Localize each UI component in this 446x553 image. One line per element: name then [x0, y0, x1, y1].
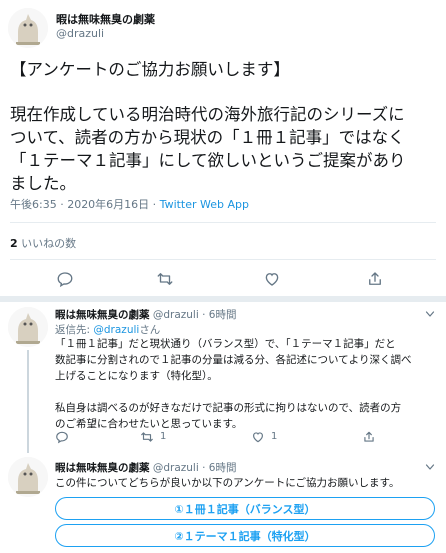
- tweet-text-line: 【アンケートのご協力お願いします】: [10, 60, 290, 79]
- tweet-meta: 午後6:35 · 2020年6月16日 · Twitter Web App: [10, 196, 249, 212]
- heart-icon[interactable]: [263, 270, 281, 288]
- avatar[interactable]: [8, 8, 48, 48]
- reply-header: 暇は無味無臭の劇薬 @drazuli · 6時間: [55, 460, 236, 475]
- display-name[interactable]: 暇は無味無臭の劇薬: [55, 462, 150, 474]
- reply-text-line: のご希望に合わせたいと思っています。: [55, 418, 243, 430]
- avatar[interactable]: [8, 307, 48, 347]
- reply-text: この件についてどちらが良いか以下のアンケートにご協力お願いします。: [55, 477, 400, 489]
- user-handle[interactable]: @drazuli · 6時間: [153, 462, 237, 474]
- likes-summary[interactable]: 2 いいねの数: [10, 235, 76, 251]
- reply-icon[interactable]: [56, 270, 74, 288]
- reply-to-suffix: さん: [139, 324, 161, 336]
- chevron-down-icon[interactable]: [424, 308, 436, 320]
- thread-line: [27, 350, 29, 453]
- timestamp[interactable]: 午後6:35 · 2020年6月16日 ·: [10, 198, 160, 211]
- user-handle[interactable]: @drazuli: [56, 27, 104, 40]
- tweet-text: 【アンケートのご協力お願いします】 現在作成している明治時代の海外旅行記のシリー…: [10, 58, 440, 195]
- reply-to-label: 返信先:: [55, 324, 94, 336]
- poll-option-2[interactable]: ②１テーマ１記事（特化型）: [55, 524, 435, 547]
- avatar[interactable]: [8, 457, 48, 497]
- retweet-icon[interactable]: [140, 430, 154, 444]
- heart-icon[interactable]: [251, 430, 265, 444]
- tweet-text-line: ました。: [10, 174, 76, 193]
- tweet-text-line: 「１テーマ１記事」にして欲しいというご提案があり: [10, 151, 406, 170]
- reply-text-line: 「１冊１記事」だと現状通り（バランス型）で、「１テーマ１記事」だと: [55, 338, 396, 350]
- tweet-text-line: ついて、読者の方から現状の「１冊１記事」ではなく: [10, 128, 405, 147]
- reply-text: 「１冊１記事」だと現状通り（バランス型）で、「１テーマ１記事」だと 数記事に分割…: [55, 336, 441, 432]
- display-name[interactable]: 暇は無味無臭の劇薬: [55, 309, 150, 321]
- section-divider: [0, 296, 446, 302]
- retweet-icon[interactable]: [156, 270, 174, 288]
- reply-to-mention[interactable]: @drazuli: [93, 324, 139, 336]
- poll-option-1[interactable]: ①１冊１記事（バランス型）: [55, 497, 435, 520]
- like-count: 1: [271, 431, 278, 442]
- reply-text-line: 私自身は調べるのが好きなだけで記事の形式に拘りはないので、読者の方: [55, 402, 402, 414]
- display-name[interactable]: 暇は無味無臭の劇薬: [56, 11, 155, 27]
- likes-label: いいねの数: [21, 237, 77, 250]
- share-icon[interactable]: [362, 430, 376, 444]
- tweet-text-line: 現在作成している明治時代の海外旅行記のシリーズに: [10, 105, 405, 124]
- reply-header: 暇は無味無臭の劇薬 @drazuli · 6時間: [55, 307, 236, 322]
- likes-count: 2: [10, 237, 18, 250]
- share-icon[interactable]: [366, 270, 384, 288]
- reply-to: 返信先: @drazuliさん: [55, 322, 160, 337]
- source-app[interactable]: Twitter Web App: [160, 198, 249, 211]
- divider: [10, 259, 436, 260]
- reply-text-line: 数記事に分割されので１記事の分量は減る分、各記述についてより深く調べ: [55, 354, 412, 366]
- retweet-count: 1: [160, 431, 167, 442]
- divider: [10, 222, 436, 223]
- user-handle[interactable]: @drazuli · 6時間: [153, 309, 237, 321]
- reply-icon[interactable]: [55, 430, 69, 444]
- chevron-down-icon[interactable]: [424, 461, 436, 473]
- reply-text-line: 上げることになります（特化型）。: [55, 370, 218, 382]
